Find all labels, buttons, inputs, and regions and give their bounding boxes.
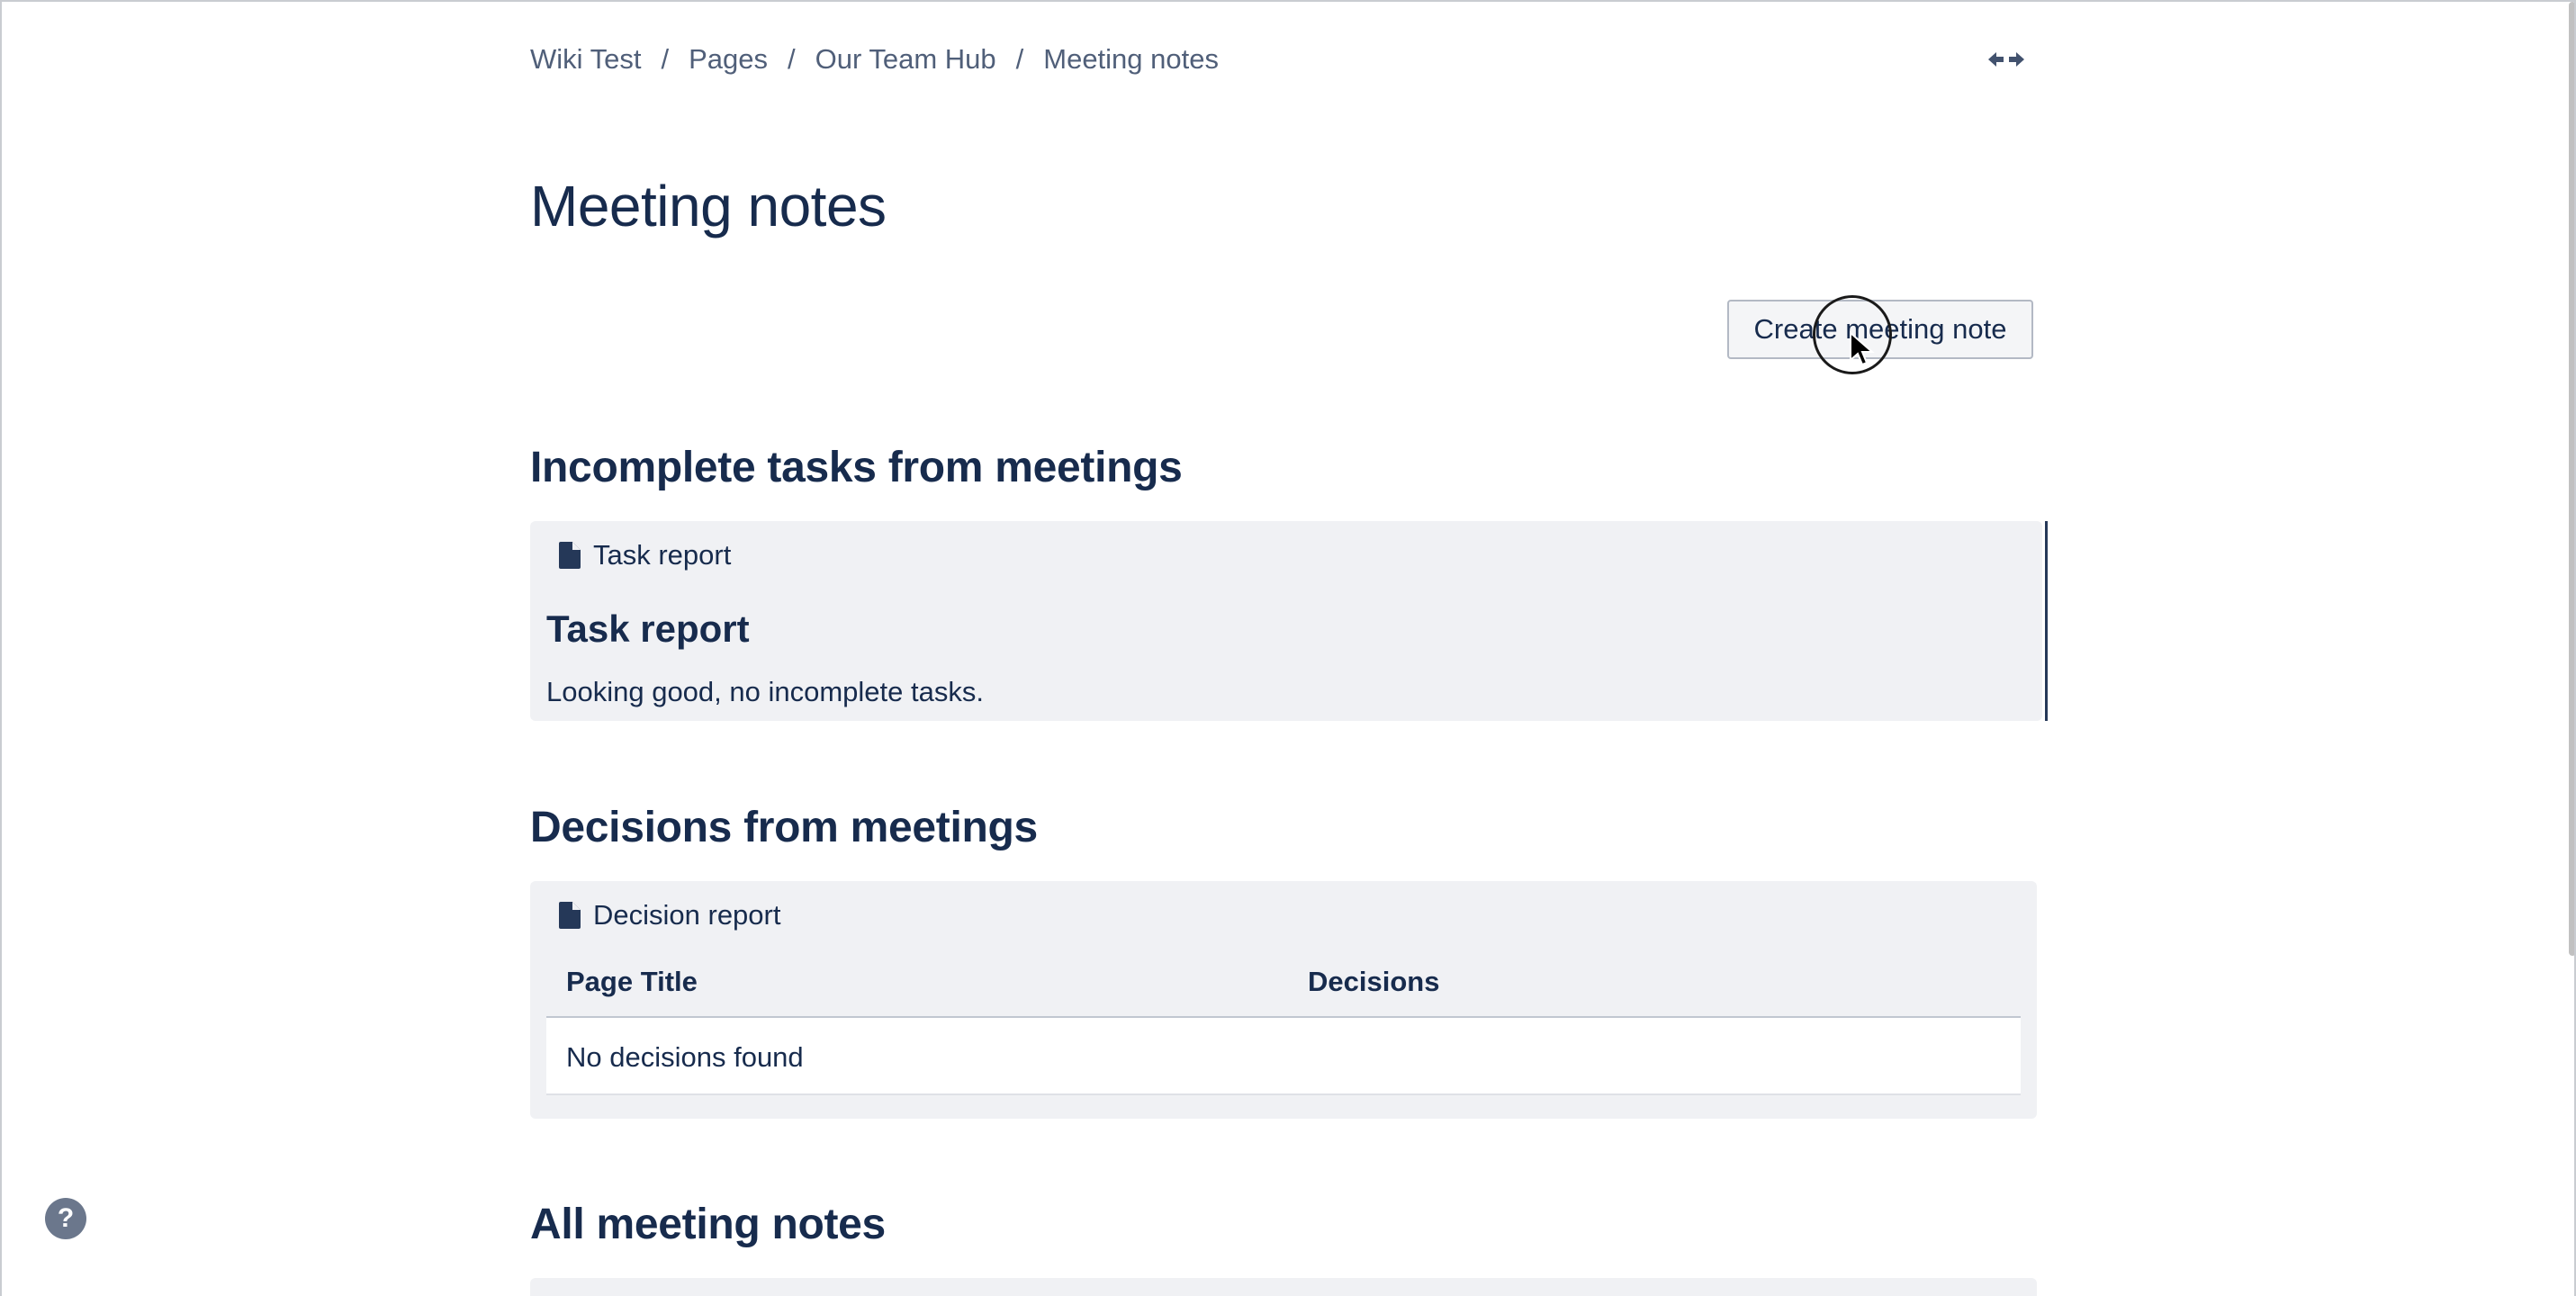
breadcrumb-item-wiki-test[interactable]: Wiki Test <box>530 43 641 76</box>
document-icon <box>559 542 581 569</box>
document-icon <box>559 902 581 929</box>
task-report-title: Task report <box>546 608 750 650</box>
task-report-macro-header: Task report <box>559 539 731 572</box>
breadcrumb-separator: / <box>787 43 796 75</box>
page-scrollbar[interactable] <box>2569 2 2574 956</box>
decisions-heading: Decisions from meetings <box>530 804 1038 851</box>
breadcrumb-separator: / <box>661 43 670 75</box>
task-report-message: Looking good, no incomplete tasks. <box>546 676 984 707</box>
breadcrumb-item-our-team-hub[interactable]: Our Team Hub <box>815 43 996 76</box>
all-meeting-notes-heading: All meeting notes <box>530 1201 886 1248</box>
table-row: No decisions found <box>546 1016 2021 1095</box>
empty-decisions-message: No decisions found <box>566 1041 804 1073</box>
task-report-macro-label: Task report <box>593 539 732 571</box>
breadcrumb-item-meeting-notes[interactable]: Meeting notes <box>1043 43 1219 76</box>
breadcrumb-item-pages[interactable]: Pages <box>689 43 768 76</box>
all-meeting-notes-macro <box>530 1278 2037 1296</box>
task-report-focus-border <box>2045 521 2048 721</box>
page-title: Meeting notes <box>530 174 887 238</box>
column-header-decisions: Decisions <box>1308 966 1440 997</box>
decision-report-macro: Decision report Page Title Decisions No … <box>530 881 2037 1119</box>
expand-width-button[interactable] <box>1979 43 2033 76</box>
breadcrumb: Wiki Test / Pages / Our Team Hub / Meeti… <box>530 43 1219 76</box>
help-icon: ? <box>57 1203 75 1233</box>
decision-table-header: Page Title Decisions <box>546 958 2021 1004</box>
help-button[interactable]: ? <box>45 1198 86 1239</box>
column-header-page-title: Page Title <box>566 966 698 997</box>
create-meeting-note-button[interactable]: Create meeting note <box>1727 300 2033 359</box>
decision-report-macro-header: Decision report <box>559 899 780 932</box>
decision-report-macro-label: Decision report <box>593 899 781 931</box>
incomplete-tasks-heading: Incomplete tasks from meetings <box>530 444 1183 491</box>
breadcrumb-separator: / <box>1015 43 1024 75</box>
task-report-macro: Task report Task report Looking good, no… <box>530 521 2048 721</box>
browser-viewport: Wiki Test / Pages / Our Team Hub / Meeti… <box>0 0 2576 1296</box>
expand-width-icon <box>1988 52 2024 67</box>
